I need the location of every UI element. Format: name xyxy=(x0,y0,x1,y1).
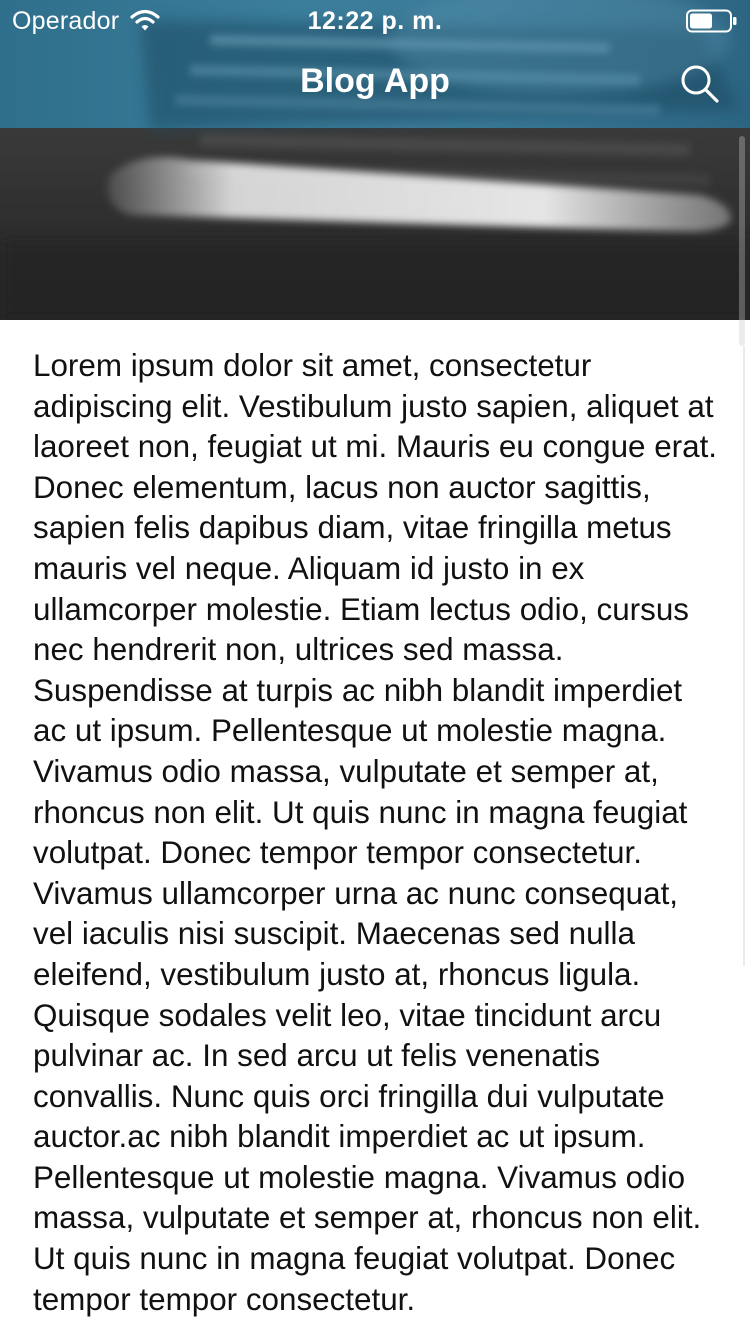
nav-title: Blog App xyxy=(300,62,450,100)
screen: Operador 12:22 p. m. Blog App Lorem ipsu… xyxy=(0,0,750,1334)
article-body-text: Lorem ipsum dolor sit amet, consectetur … xyxy=(33,348,718,1317)
search-icon[interactable] xyxy=(676,60,724,108)
battery-icon xyxy=(686,9,737,33)
keyboard-illustration xyxy=(0,0,750,320)
article: Lorem ipsum dolor sit amet, consectetur … xyxy=(33,346,723,1320)
scroll-indicator[interactable] xyxy=(739,136,745,346)
hero-image xyxy=(0,0,750,320)
scroll-track xyxy=(743,346,745,966)
status-bar: Operador 12:22 p. m. xyxy=(0,0,750,40)
clock-time: 12:22 p. m. xyxy=(307,7,443,35)
